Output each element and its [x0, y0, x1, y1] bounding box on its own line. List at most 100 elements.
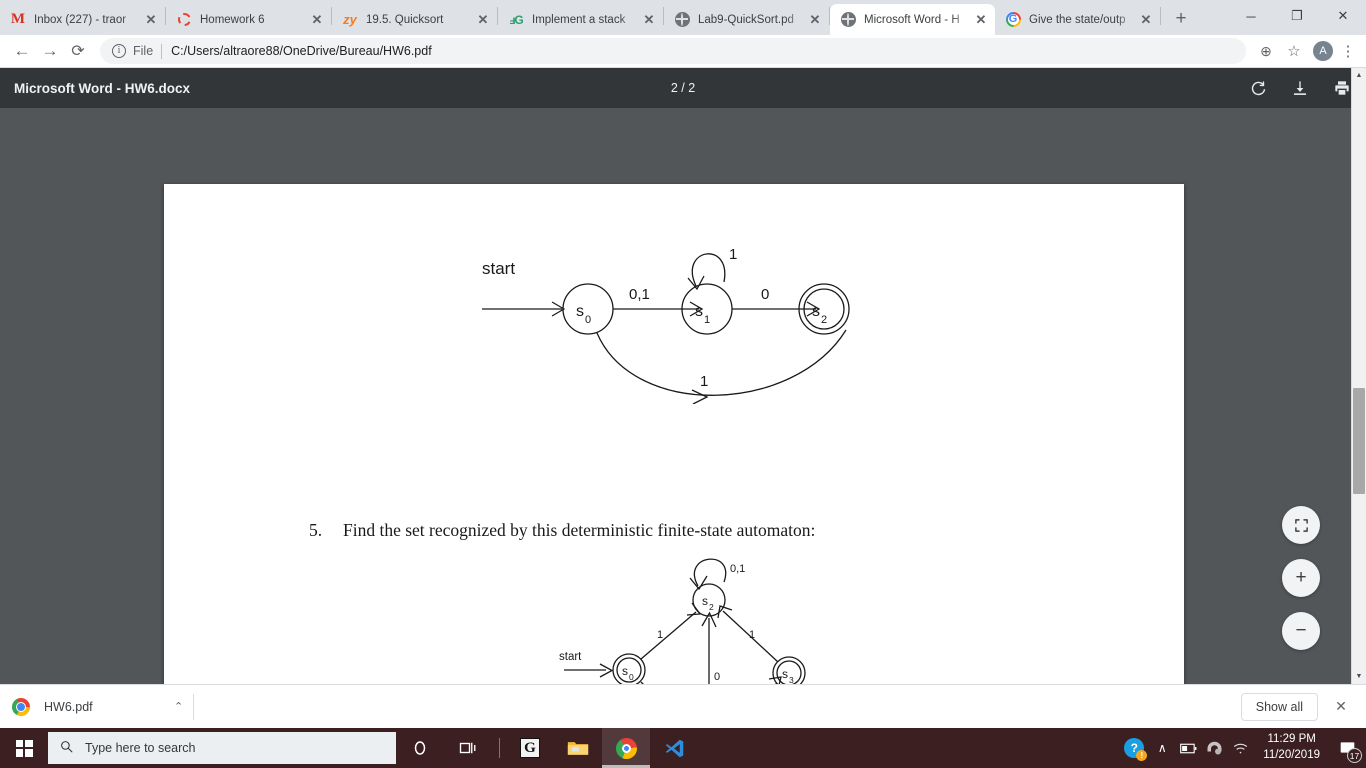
svg-text:0,1: 0,1 [730, 563, 745, 575]
taskbar-clock[interactable]: 11:29 PM 11/20/2019 [1253, 732, 1330, 763]
scroll-up-arrow-icon[interactable]: ▲ [1352, 68, 1366, 83]
browser-tab-2[interactable]: zy 19.5. Quicksort ✕ [332, 4, 497, 35]
search-placeholder-text: Type here to search [85, 741, 196, 755]
help-icon[interactable]: ? [1119, 728, 1149, 768]
task-view-icon[interactable] [444, 728, 492, 768]
browser-tab-0[interactable]: M Inbox (227) - traor ✕ [0, 4, 165, 35]
search-icon [60, 740, 73, 756]
grammarly-icon[interactable]: G [506, 728, 554, 768]
new-tab-button[interactable]: + [1167, 5, 1195, 33]
svg-text:2: 2 [709, 602, 714, 612]
pdf-page-indicator: 2 / 2 [670, 81, 696, 95]
globe-icon [840, 12, 856, 28]
tab-title: Implement a stack [532, 13, 626, 26]
zoom-in-button[interactable]: + [1282, 559, 1320, 597]
svg-text:0: 0 [714, 671, 720, 683]
svg-text:s: s [782, 667, 788, 681]
print-icon[interactable] [1332, 78, 1352, 98]
browser-tab-4[interactable]: Lab9-QuickSort.pd ✕ [664, 4, 829, 35]
tab-close-icon[interactable]: ✕ [475, 12, 491, 28]
reload-icon[interactable]: ⟳ [64, 37, 92, 65]
windows-logo-icon [15, 739, 33, 757]
svg-text:0: 0 [629, 672, 634, 682]
pdf-page-scroll-area[interactable]: start s0 s1 s2 0,1 1 0 1 5. Find the set … [0, 108, 1351, 684]
forward-icon[interactable]: → [36, 37, 64, 65]
zoom-indicator-icon[interactable]: ⊕ [1252, 37, 1280, 65]
wifi-icon[interactable] [1227, 728, 1253, 768]
chrome-menu-icon[interactable]: ⋮ [1338, 37, 1358, 65]
automaton-bottom-diagram: start s0 s2 s3 s1 0,1 1 1 0 0 1 0 [559, 558, 806, 684]
svg-text:1: 1 [657, 629, 663, 641]
question-number: 5. [309, 520, 323, 540]
file-explorer-icon[interactable] [554, 728, 602, 768]
pdf-document-title: Microsoft Word - HW6.docx [14, 80, 191, 96]
zoom-out-button[interactable]: − [1282, 612, 1320, 650]
svg-text:1: 1 [704, 314, 710, 326]
bookmark-star-icon[interactable]: ☆ [1280, 37, 1308, 65]
geeks-icon: ⅎG [509, 12, 523, 27]
tab-close-icon[interactable]: ✕ [641, 12, 657, 28]
globe-icon [674, 12, 690, 28]
ring-icon [176, 12, 192, 28]
window-controls: ─ ❐ ✕ [1228, 0, 1366, 32]
tab-close-icon[interactable]: ✕ [309, 12, 325, 28]
window-close-button[interactable]: ✕ [1320, 0, 1366, 32]
tab-close-icon[interactable]: ✕ [1138, 12, 1154, 28]
pdf-toolbar: Microsoft Word - HW6.docx 2 / 2 [0, 68, 1366, 108]
vscode-icon[interactable] [650, 728, 698, 768]
back-icon[interactable]: ← [8, 37, 36, 65]
download-shelf: HW6.pdf ⌃ Show all ✕ [0, 684, 1366, 728]
battery-icon[interactable] [1175, 728, 1201, 768]
window-minimize-button[interactable]: ─ [1228, 0, 1274, 32]
svg-text:s: s [576, 303, 584, 320]
tab-close-icon[interactable]: ✕ [973, 12, 989, 28]
tab-title: Lab9-QuickSort.pd [698, 13, 794, 26]
vertical-scrollbar[interactable]: ▲ ▼ [1351, 68, 1366, 684]
browser-tab-6[interactable]: Give the state/outp ✕ [995, 4, 1160, 35]
tab-close-icon[interactable]: ✕ [807, 12, 823, 28]
taskbar-divider [492, 728, 506, 768]
close-shelf-icon[interactable]: ✕ [1328, 694, 1354, 720]
scroll-down-arrow-icon[interactable]: ▼ [1352, 669, 1366, 684]
svg-text:1: 1 [749, 629, 755, 641]
tab-title: 19.5. Quicksort [366, 13, 444, 26]
address-bar[interactable]: i File C:/Users/altraore88/OneDrive/Bure… [100, 38, 1246, 64]
browser-tab-5-active[interactable]: Microsoft Word - H ✕ [830, 4, 995, 35]
question-text: Find the set recognized by this determin… [343, 520, 816, 540]
tab-title: Inbox (227) - traor [34, 13, 127, 26]
window-maximize-button[interactable]: ❐ [1274, 0, 1320, 32]
svg-text:1: 1 [729, 246, 737, 263]
show-all-downloads-button[interactable]: Show all [1240, 692, 1318, 721]
windows-taskbar: Type here to search G ? ! ∧ 11:29 PM 11/… [0, 728, 1366, 768]
download-item[interactable]: HW6.pdf ⌃ [12, 692, 193, 722]
clock-time: 11:29 PM [1267, 733, 1316, 746]
browser-tab-3[interactable]: ⅎG Implement a stack ✕ [498, 4, 663, 35]
tab-title: Microsoft Word - H [864, 13, 960, 26]
notification-center-button[interactable]: 17 [1330, 728, 1364, 768]
show-hidden-icons-chevron-icon[interactable]: ∧ [1149, 728, 1175, 768]
taskbar-search-input[interactable]: Type here to search [48, 732, 396, 764]
site-info-icon[interactable]: i [112, 44, 126, 58]
tab-title: Give the state/outp [1029, 13, 1126, 26]
start-button[interactable] [0, 728, 48, 768]
cortana-icon[interactable] [396, 728, 444, 768]
chevron-up-icon[interactable]: ⌃ [174, 700, 183, 713]
download-icon[interactable] [1290, 78, 1310, 98]
svg-text:3: 3 [789, 675, 794, 684]
svg-text:2: 2 [821, 314, 827, 326]
svg-text:s: s [812, 303, 820, 320]
chrome-icon[interactable] [602, 728, 650, 768]
scrollbar-thumb[interactable] [1353, 388, 1365, 494]
headset-icon[interactable] [1201, 728, 1227, 768]
browser-tab-1[interactable]: Homework 6 ✕ [166, 4, 331, 35]
tab-close-icon[interactable]: ✕ [143, 12, 159, 28]
browser-tab-strip: M Inbox (227) - traor ✕ Homework 6 ✕ zy … [0, 0, 1366, 35]
avatar[interactable]: A [1313, 41, 1333, 61]
google-icon [1005, 12, 1021, 28]
svg-text:0,1: 0,1 [629, 286, 650, 303]
rotate-icon[interactable] [1248, 78, 1268, 98]
fit-page-button[interactable] [1282, 506, 1320, 544]
svg-text:1: 1 [700, 373, 708, 390]
system-tray: ? ∧ 11:29 PM 11/20/2019 [1119, 728, 1366, 768]
gmail-icon: M [10, 11, 26, 28]
